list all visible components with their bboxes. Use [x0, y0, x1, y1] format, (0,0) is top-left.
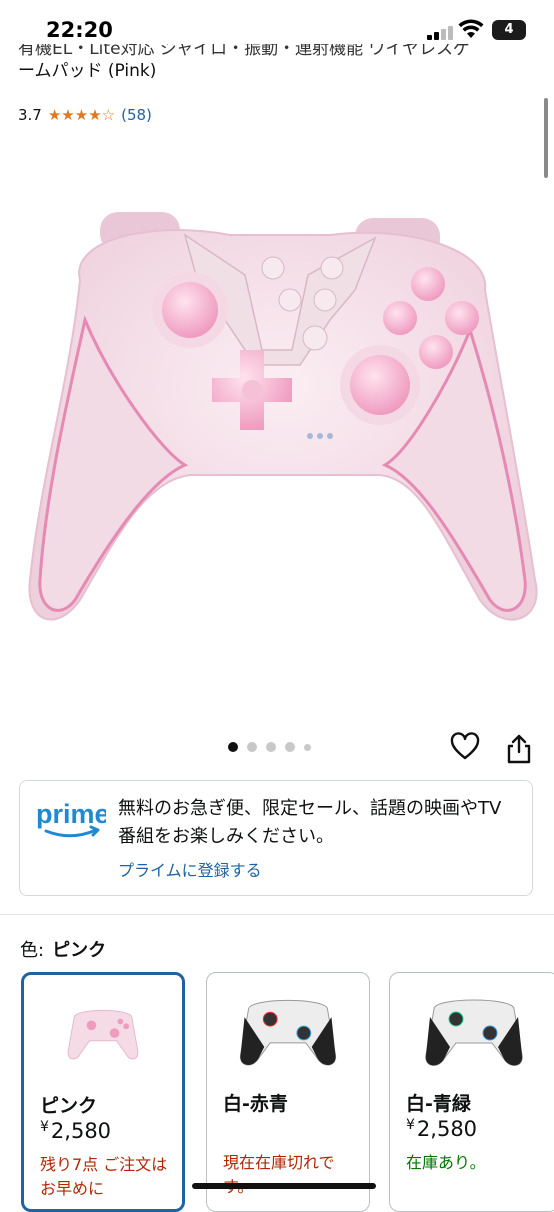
pink-controller-thumbnail [67, 1010, 139, 1060]
carousel-dot[interactable] [247, 742, 257, 752]
section-divider [0, 914, 554, 915]
prime-logo: prime [36, 799, 106, 838]
color-option-price: ¥2,580 [406, 1117, 478, 1141]
prime-logo-text: prime [36, 799, 106, 829]
color-option-price: ¥2,580 [40, 1119, 112, 1143]
review-count-link[interactable]: (58) [121, 106, 152, 124]
rating-value: 3.7 [18, 106, 42, 124]
color-option-name: ピンク [40, 1095, 98, 1117]
cellular-signal-icon [427, 24, 455, 40]
color-variation-label: 色: ピンク [20, 936, 106, 962]
product-title-line2: ームパッド (Pink) [18, 61, 157, 81]
product-rating[interactable]: 3.7 ★★★★☆ (58) [18, 106, 152, 124]
color-option-stock: 残り7点 ご注文はお早めに [40, 1155, 168, 1198]
battery-indicator: 4 [492, 20, 526, 40]
heart-icon[interactable] [450, 732, 480, 762]
product-image[interactable] [0, 180, 554, 740]
carousel-dot[interactable] [228, 742, 238, 752]
color-option-pink[interactable]: ピンク ¥2,580 残り7点 ご注文はお早めに [21, 972, 185, 1212]
image-carousel-dots[interactable] [228, 742, 311, 752]
carousel-dot[interactable] [266, 742, 276, 752]
prime-message: 無料のお急ぎ便、限定セール、話題の映画やTV番組をお楽しみください。 [118, 798, 502, 847]
carousel-dot[interactable] [285, 742, 295, 752]
prime-promo-box[interactable]: prime 無料のお急ぎ便、限定セール、話題の映画やTV番組をお楽しみください。… [19, 780, 533, 896]
share-icon[interactable] [506, 734, 532, 764]
carousel-dot[interactable] [304, 743, 311, 751]
color-option-stock: 現在在庫切れです。 [223, 1153, 335, 1196]
status-time: 22:20 [46, 18, 113, 42]
color-label-prefix: 色: [20, 940, 45, 961]
color-option-name: 白-赤青 [223, 1093, 288, 1115]
product-title-line1: 有機EL・Lite対応 ジャイロ・振動・連射機能 ワイヤレスゲ [18, 44, 470, 59]
white-red-blue-controller-thumbnail [240, 999, 336, 1066]
prime-signup-link[interactable]: プライムに登録する [118, 857, 262, 881]
color-option-name: 白-青緑 [406, 1093, 471, 1115]
home-indicator[interactable] [192, 1183, 376, 1189]
white-blue-green-controller-thumbnail [425, 999, 523, 1066]
star-rating-icon: ★★★★☆ [47, 106, 116, 124]
selected-color-name: ピンク [52, 940, 107, 961]
color-option-stock: 在庫あり。 [406, 1153, 486, 1172]
scrollbar[interactable] [544, 98, 548, 178]
color-option-white-red-blue[interactable]: 白-赤青 現在在庫切れです。 [206, 972, 370, 1212]
color-option-white-blue-green[interactable]: 白-青緑 ¥2,580 在庫あり。 [389, 972, 554, 1212]
wifi-icon [458, 19, 484, 38]
product-title: 有機EL・Lite対応 ジャイロ・振動・連射機能 ワイヤレスゲ ームパッド (P… [18, 44, 538, 84]
